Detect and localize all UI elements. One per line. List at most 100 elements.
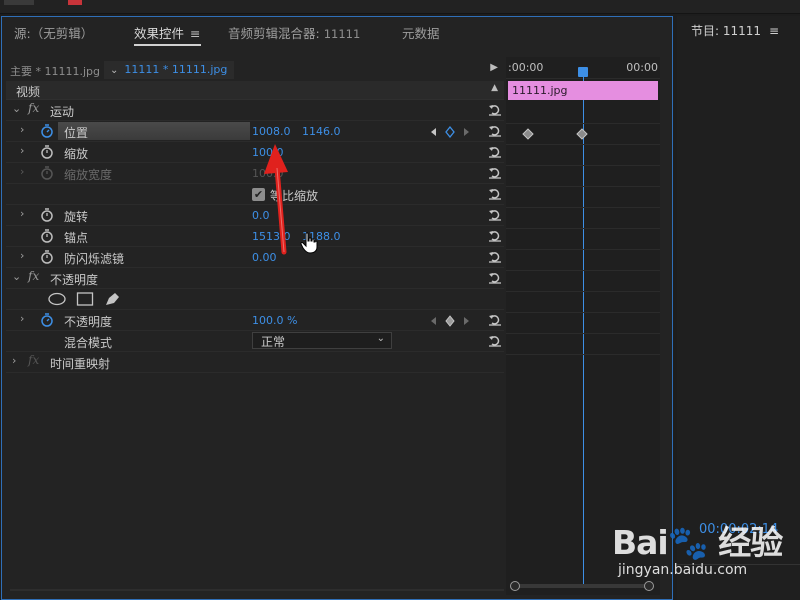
chevron-right-icon[interactable]: › [20, 144, 24, 157]
zoom-handle-right[interactable] [644, 581, 654, 591]
effect-time-remap[interactable]: › fx 时间重映射 [6, 352, 504, 373]
stopwatch-icon[interactable] [40, 313, 54, 327]
reset-icon[interactable] [488, 145, 502, 158]
property-opacity-label: 不透明度 [64, 315, 113, 329]
program-monitor-tab[interactable]: 节目: 11111 ≡ [691, 22, 779, 39]
tab-source[interactable]: 源:（无剪辑） [14, 23, 93, 43]
keyframe-row [506, 271, 660, 292]
hand-cursor-icon [300, 232, 318, 254]
tab-metadata-label: 元数据 [402, 26, 440, 41]
effect-controls-timeline: :00:00 00:00 11111.jpg [506, 57, 660, 595]
playhead-handle[interactable] [578, 67, 588, 77]
program-monitor-panel: 节目: 11111 ≡ 00:00:02:14 [677, 16, 800, 600]
anchor-x-value[interactable]: 1513.0 [252, 230, 291, 243]
property-scale[interactable]: › 缩放 100.0 [6, 142, 504, 163]
tab-effect-controls[interactable]: 效果控件 ≡ [134, 23, 201, 46]
properties-pane: 主要 * 11111.jpg ⌄ 11111 * 11111.jpg ▶ 视频 ▲… [6, 57, 504, 595]
active-tab-underline [134, 44, 201, 46]
rotation-value[interactable]: 0.0 [252, 209, 270, 222]
chevron-down-icon[interactable]: ⌄ [12, 270, 21, 283]
ellipse-mask-icon[interactable] [48, 292, 66, 306]
reset-icon[interactable] [488, 313, 502, 326]
reset-icon[interactable] [488, 334, 502, 347]
effect-controls-content: 主要 * 11111.jpg ⌄ 11111 * 11111.jpg ▶ 视频 ▲… [6, 57, 670, 595]
keyframe-row [506, 250, 660, 271]
uniform-scale-label: 等比缩放 [270, 189, 319, 203]
app-icon [4, 0, 34, 5]
effect-opacity[interactable]: ⌄ fx 不透明度 [6, 268, 504, 289]
horizontal-scrollbar[interactable] [10, 589, 504, 591]
chevron-right-icon[interactable]: › [20, 207, 24, 220]
reset-icon[interactable] [488, 187, 502, 200]
property-opacity[interactable]: › 不透明度 100.0 % [6, 310, 504, 331]
tab-audio-clip-mixer[interactable]: 音频剪辑混合器: 11111 [228, 23, 360, 43]
chevron-down-icon[interactable]: ⌄ [12, 102, 21, 115]
uniform-scale-checkbox[interactable]: ✔ [252, 188, 265, 201]
fx-icon[interactable]: fx [28, 101, 39, 115]
chevron-right-icon[interactable]: › [12, 354, 16, 367]
tab-metadata[interactable]: 元数据 [402, 23, 440, 43]
panel-menu-icon[interactable]: ≡ [769, 24, 779, 38]
property-rotation[interactable]: › 旋转 0.0 [6, 205, 504, 226]
chevron-right-icon[interactable]: › [20, 249, 24, 262]
chevron-right-icon: › [20, 165, 25, 178]
keyframe[interactable] [576, 128, 588, 140]
effect-controls-panel: 源:（无剪辑） 效果控件 ≡ 音频剪辑混合器: 11111 元数据 主要 * 11… [1, 16, 673, 600]
stopwatch-icon[interactable] [40, 145, 54, 159]
property-scale-width-label: 缩放宽度 [64, 168, 113, 182]
fx-icon[interactable]: fx [28, 269, 39, 283]
reset-icon[interactable] [488, 124, 502, 137]
keyframe[interactable] [522, 128, 534, 140]
anti-flicker-value[interactable]: 0.00 [252, 251, 277, 264]
position-y-value[interactable]: 1146.0 [302, 125, 341, 138]
play-icon[interactable]: ▶ [490, 62, 498, 73]
stopwatch-icon[interactable] [40, 250, 54, 264]
sequence-clip-selector[interactable]: ⌄ 11111 * 11111.jpg [104, 61, 234, 79]
video-section-header: 视频 ▲ [6, 81, 504, 100]
property-blend-mode: 混合模式 正常 ⌄ [6, 331, 504, 352]
reset-icon[interactable] [488, 271, 502, 284]
keyframe-row [506, 166, 660, 187]
reset-icon[interactable] [488, 229, 502, 242]
property-uniform-scale: ✔ 等比缩放 [6, 184, 504, 205]
property-anchor-label: 锚点 [64, 231, 89, 245]
position-x-value[interactable]: 1008.0 [252, 125, 291, 138]
tab-audio-mixer-seq: 11111 [323, 27, 361, 41]
effect-motion[interactable]: ⌄ fx 运动 [6, 100, 504, 121]
keyframe-row [506, 229, 660, 250]
tab-source-label: 源:（无剪辑） [14, 26, 94, 41]
opacity-value[interactable]: 100.0 % [252, 314, 297, 327]
property-anti-flicker[interactable]: › 防闪烁滤镜 0.00 [6, 247, 504, 268]
keyframe-row-position [506, 124, 660, 145]
keyframe-row [506, 313, 660, 334]
stopwatch-icon[interactable] [40, 208, 54, 222]
panel-menu-icon[interactable]: ≡ [190, 26, 200, 41]
video-header-label: 视频 [16, 85, 41, 99]
chevron-right-icon[interactable]: › [20, 123, 24, 136]
timeline-zoom-bar[interactable] [510, 581, 654, 591]
collapse-triangle-icon[interactable]: ▲ [491, 83, 498, 93]
master-clip-label[interactable]: 主要 * 11111.jpg [10, 63, 100, 79]
stopwatch-icon[interactable] [40, 229, 54, 243]
reset-icon[interactable] [488, 208, 502, 221]
reset-icon[interactable] [488, 250, 502, 263]
reset-icon[interactable] [488, 103, 502, 116]
keyframe-navigator[interactable] [430, 126, 470, 138]
chevron-right-icon[interactable]: › [20, 312, 24, 325]
timeline-clip[interactable]: 11111.jpg [508, 81, 658, 100]
blend-mode-select[interactable]: 正常 ⌄ [252, 332, 392, 349]
chevron-down-icon: ⌄ [376, 333, 385, 344]
record-icon [68, 0, 82, 5]
program-timecode[interactable]: 00:00:02:14 [699, 522, 778, 537]
rectangle-mask-icon[interactable] [76, 292, 94, 306]
stopwatch-icon[interactable] [40, 124, 54, 138]
property-anchor[interactable]: 锚点 1513.0 1188.0 [6, 226, 504, 247]
reset-icon[interactable] [488, 166, 502, 179]
keyframe-navigator[interactable] [430, 315, 470, 327]
property-position[interactable]: › 位置 1008.0 1146.0 [6, 121, 504, 142]
pen-mask-icon[interactable] [104, 292, 120, 306]
scale-value[interactable]: 100.0 [252, 146, 284, 159]
program-scrollbar[interactable] [677, 564, 800, 574]
sequence-clip-label: 11111 * 11111.jpg [124, 63, 228, 76]
zoom-handle-left[interactable] [510, 581, 520, 591]
